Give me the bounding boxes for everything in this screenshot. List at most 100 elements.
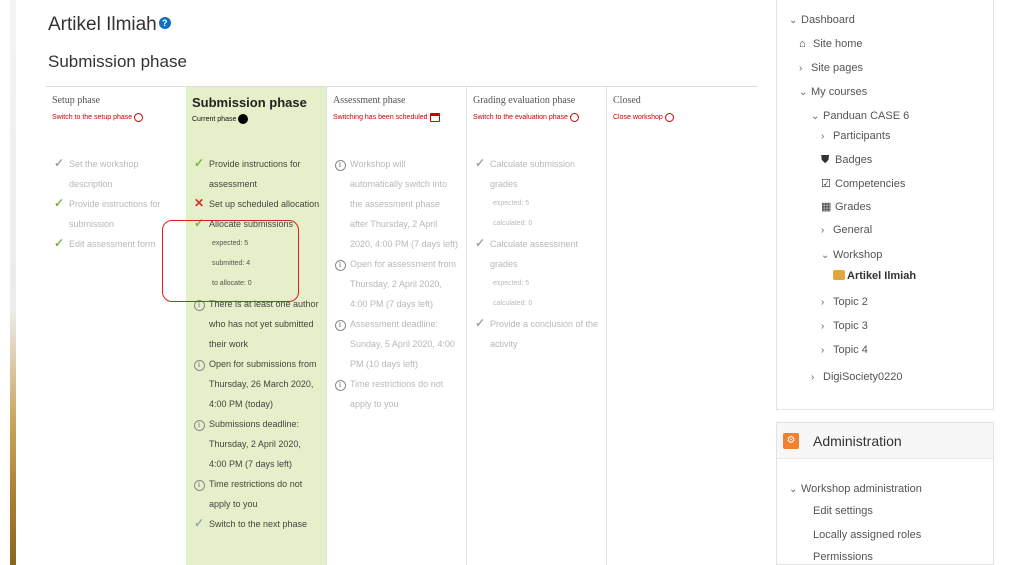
nav-label: DigiSociety0220 bbox=[823, 371, 903, 383]
nav-label: Artikel Ilmiah bbox=[847, 270, 917, 282]
task-label: Time restrictions do not apply to you bbox=[350, 379, 444, 409]
check-icon: ✓ bbox=[474, 156, 486, 170]
chevron-right-icon: › bbox=[821, 131, 825, 142]
current-phase-dot-icon bbox=[238, 114, 249, 124]
nav-badges[interactable]: ⛊ Badges bbox=[821, 154, 872, 167]
task-label[interactable]: Switch to the next phase bbox=[209, 519, 307, 529]
chevron-down-icon: ⌄ bbox=[811, 111, 820, 122]
phase-name: Assessment phase bbox=[333, 95, 406, 106]
nav-label: Workshop bbox=[833, 249, 883, 261]
nav-topic-3[interactable]: › Topic 3 bbox=[821, 320, 868, 332]
chevron-right-icon: › bbox=[821, 297, 825, 308]
nav-label: Topic 2 bbox=[833, 296, 868, 308]
task-item: ✓ Set the workshop description bbox=[52, 154, 180, 194]
task-label: Assessment deadline: Sunday, 5 April 202… bbox=[350, 319, 455, 369]
info-icon: i bbox=[192, 354, 206, 372]
task-label[interactable]: Set up scheduled allocation bbox=[209, 199, 319, 209]
task-label[interactable]: Provide instructions for assessment bbox=[209, 159, 301, 189]
phase-column-closed: Closed Close workshop bbox=[606, 87, 756, 565]
annotation-highlight-box bbox=[162, 220, 299, 302]
administration-title: Administration bbox=[813, 433, 902, 449]
nav-participants[interactable]: › Participants bbox=[821, 130, 890, 142]
check-icon: ✓ bbox=[53, 156, 65, 170]
page-title: Artikel Ilmiah? bbox=[48, 14, 171, 36]
task-item: i Submissions deadline: Thursday, 2 April… bbox=[192, 414, 320, 474]
switch-phase-icon bbox=[664, 112, 674, 122]
phase-name: Grading evaluation phase bbox=[473, 95, 576, 106]
task-label: Submissions deadline: Thursday, 2 April … bbox=[209, 419, 301, 469]
switch-phase-label: Switch to the setup phase bbox=[52, 113, 133, 121]
nav-topic-2[interactable]: › Topic 2 bbox=[821, 296, 868, 308]
current-phase-heading: Submission phase bbox=[48, 52, 187, 71]
decorative-strip bbox=[10, 0, 16, 565]
check-icon: ✓ bbox=[474, 236, 486, 250]
task-item: i There is at least one author who has no… bbox=[192, 294, 320, 354]
task-item: i Assessment deadline: Sunday, 5 April 20… bbox=[333, 314, 460, 374]
nav-my-courses[interactable]: ⌄ My courses bbox=[799, 86, 867, 98]
administration-header: ⚙ Administration bbox=[777, 423, 993, 459]
nav-label: Topic 3 bbox=[833, 320, 868, 332]
task-item: i Time restrictions do not apply to you bbox=[192, 474, 320, 514]
info-icon: i bbox=[333, 254, 347, 272]
nav-current-activity[interactable]: Artikel Ilmiah bbox=[833, 270, 916, 282]
phase-column-assessment: Assessment phase Switching has been sche… bbox=[326, 87, 466, 565]
nav-label: My courses bbox=[811, 86, 868, 98]
task-label: Calculate submission grades bbox=[490, 159, 576, 189]
task-item: ✓ Provide instructions for assessment bbox=[192, 154, 320, 194]
info-icon: i bbox=[192, 414, 206, 432]
task-item: i Open for submissions from Thursday, 26 … bbox=[192, 354, 320, 414]
switch-to-evaluation-link[interactable]: Switch to the evaluation phase bbox=[473, 110, 600, 124]
switch-scheduled-link[interactable]: Switching has been scheduled bbox=[333, 110, 460, 124]
gears-icon: ⚙ bbox=[783, 433, 799, 449]
nav-label: Dashboard bbox=[801, 14, 855, 26]
current-phase-indicator: Current phase bbox=[192, 112, 320, 126]
current-phase-label: Current phase bbox=[192, 115, 237, 123]
task-label: Time restrictions do not apply to you bbox=[209, 479, 303, 509]
nav-site-home[interactable]: ⌂ Site home bbox=[799, 38, 863, 50]
table-icon: ▦ bbox=[821, 201, 832, 213]
task-item: i Workshop will automatically switch into… bbox=[333, 154, 460, 254]
page-left-edge bbox=[0, 0, 22, 565]
task-item: ✓ Provide instructions for submission bbox=[52, 194, 180, 234]
nav-dashboard[interactable]: ⌄ Dashboard bbox=[789, 14, 855, 26]
task-label[interactable]: Edit assessment form bbox=[69, 239, 156, 249]
task-label[interactable]: Set the workshop description bbox=[69, 159, 139, 189]
home-icon: ⌂ bbox=[799, 38, 806, 50]
switch-to-setup-link[interactable]: Switch to the setup phase bbox=[52, 110, 180, 124]
nav-site-pages[interactable]: › Site pages bbox=[799, 62, 863, 74]
activity-title: Artikel Ilmiah bbox=[48, 14, 157, 35]
nav-general[interactable]: › General bbox=[821, 224, 872, 236]
nav-other-course[interactable]: › DigiSociety0220 bbox=[811, 371, 903, 383]
switch-phase-label: Switching has been scheduled bbox=[333, 113, 428, 121]
task-list: ✓ Calculate submission grades expected: 5… bbox=[473, 154, 600, 354]
task-label[interactable]: Provide instructions for submission bbox=[69, 199, 161, 229]
nav-course[interactable]: ⌄ Panduan CASE 6 bbox=[811, 110, 909, 122]
nav-workshop[interactable]: ⌄ Workshop bbox=[821, 249, 882, 261]
nav-label: Workshop administration bbox=[801, 483, 922, 495]
task-item: i Time restrictions do not apply to you bbox=[333, 374, 460, 414]
task-item: ✓ Calculate assessment grades bbox=[473, 234, 600, 274]
help-icon[interactable]: ? bbox=[158, 17, 171, 29]
phase-column-grading: Grading evaluation phase Switch to the e… bbox=[466, 87, 606, 565]
nav-topic-4[interactable]: › Topic 4 bbox=[821, 344, 868, 356]
nav-label: Site pages bbox=[811, 62, 863, 74]
nav-competencies[interactable]: ☑ Competencies bbox=[821, 177, 905, 190]
task-detail: expected: 5 bbox=[493, 200, 530, 207]
nav-grades[interactable]: ▦ Grades bbox=[821, 200, 871, 213]
check-icon: ✓ bbox=[193, 516, 205, 530]
nav-label: Participants bbox=[833, 130, 891, 142]
chevron-down-icon: ⌄ bbox=[799, 87, 808, 98]
phase-name: Submission phase bbox=[192, 95, 307, 110]
edit-settings-link[interactable]: Edit settings bbox=[813, 505, 873, 517]
close-workshop-link[interactable]: Close workshop bbox=[613, 110, 750, 124]
check-icon: ✓ bbox=[474, 316, 486, 330]
nav-label: Panduan CASE 6 bbox=[823, 110, 910, 122]
cross-icon: ✕ bbox=[193, 196, 205, 210]
task-item: ✓ Edit assessment form bbox=[52, 234, 180, 254]
navigation-block: ⌄ Dashboard ⌂ Site home › Site pages ⌄ My co… bbox=[776, 0, 994, 410]
workshop-administration-node[interactable]: ⌄ Workshop administration bbox=[789, 483, 922, 495]
permissions-link[interactable]: Permissions bbox=[813, 551, 873, 563]
task-list: i Workshop will automatically switch into… bbox=[333, 154, 460, 414]
nav-label: Competencies bbox=[835, 178, 906, 190]
locally-assigned-roles-link[interactable]: Locally assigned roles bbox=[813, 529, 921, 541]
